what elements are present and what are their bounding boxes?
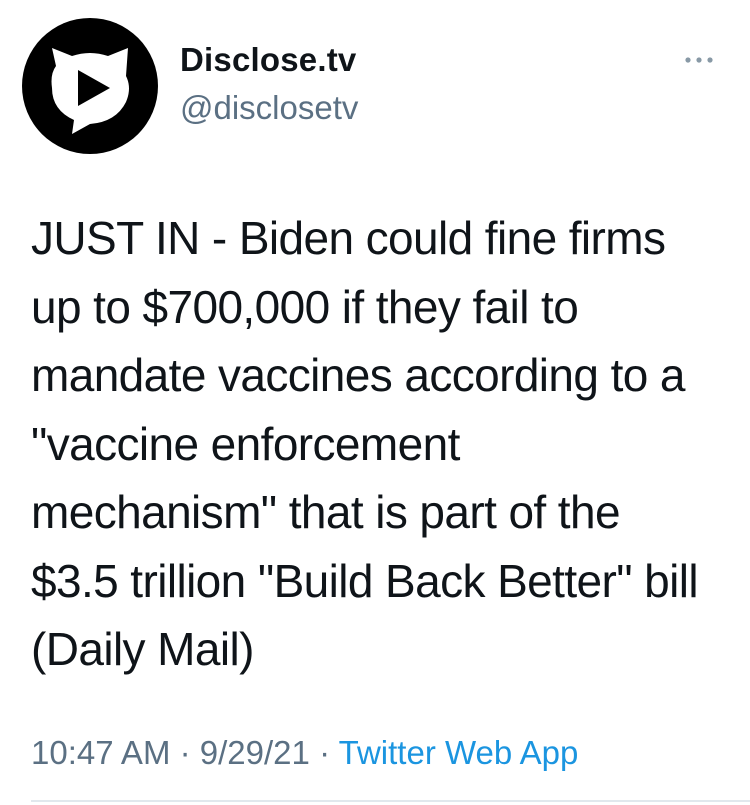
avatar[interactable] (22, 18, 158, 154)
meta-separator: · (179, 734, 191, 771)
meta-separator: · (319, 734, 331, 771)
play-button-speech-bubble-logo-icon (51, 48, 129, 134)
tweet-text: JUST IN - Biden could fine firms up to $… (31, 212, 699, 675)
author-handle[interactable]: @disclosetv (180, 88, 358, 128)
tweet-source-link[interactable]: Twitter Web App (339, 734, 579, 771)
tweet-time[interactable]: 10:47 AM (31, 734, 170, 771)
tweet-date[interactable]: 9/29/21 (200, 734, 310, 771)
tweet-metadata: 10:47 AM · 9/29/21 · Twitter Web App (31, 730, 578, 776)
author-display-name[interactable]: Disclose.tv (180, 40, 356, 80)
tweet: Disclose.tv @disclosetv JUST IN - Biden … (0, 0, 750, 805)
divider (31, 800, 750, 802)
more-options-icon[interactable] (680, 50, 720, 70)
